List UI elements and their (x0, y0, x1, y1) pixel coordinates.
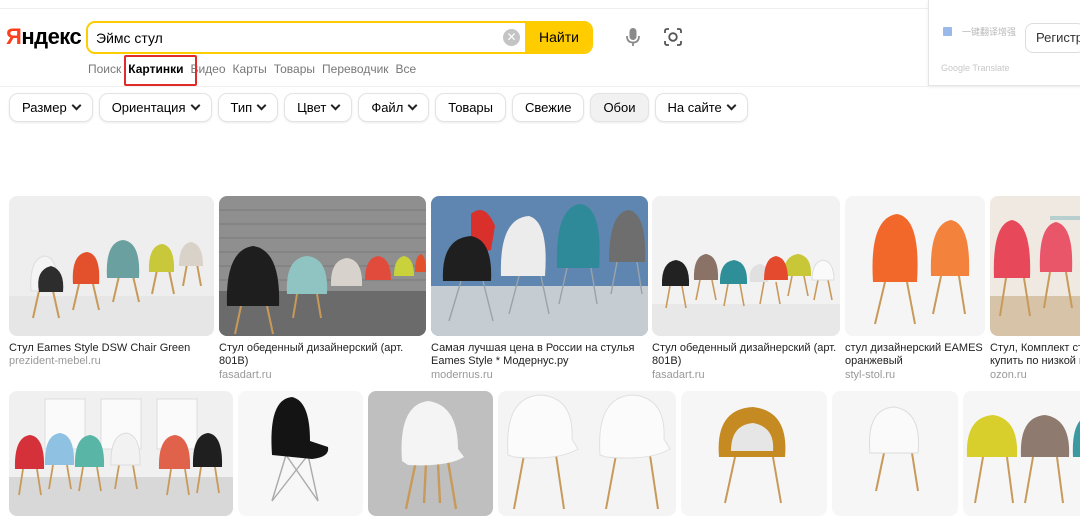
result-caption[interactable]: Стул Eames Style DSW Chair Green (9, 342, 214, 355)
filter-size[interactable]: Размер (9, 93, 93, 122)
filter-file[interactable]: Файл (358, 93, 430, 122)
result-caption[interactable]: Стул обеденный дизайнерский (арт. 801B) (652, 342, 840, 368)
result-thumbnail[interactable] (963, 391, 1080, 516)
chevron-down-icon (330, 100, 341, 111)
result-source[interactable]: ozon.ru (990, 369, 1027, 382)
image-result[interactable]: Стул, Комплект стулье купить по низкой ц… (990, 196, 1080, 386)
result-source[interactable]: fasadart.ru (652, 369, 705, 382)
filter-label: На сайте (667, 100, 722, 115)
camera-search-icon[interactable] (662, 26, 684, 48)
chevron-down-icon (726, 100, 737, 111)
result-caption[interactable]: стул дизайнерский EAMES оранжевый (845, 342, 985, 368)
filter-on-site[interactable]: На сайте (654, 93, 748, 122)
result-thumbnail[interactable] (368, 391, 493, 516)
microphone-icon[interactable] (622, 26, 644, 48)
filter-label: Цвет (297, 100, 327, 115)
filter-products[interactable]: Товары (435, 93, 507, 122)
top-strip (0, 0, 1080, 9)
image-result[interactable]: Стул обеденный дизайнерский (арт. 801B) … (652, 196, 840, 386)
image-result[interactable]: стул дизайнерский EAMES оранжевый styl-s… (845, 196, 985, 386)
chevron-down-icon (407, 100, 418, 111)
filter-fresh[interactable]: Свежие (512, 93, 585, 122)
filter-wallpapers[interactable]: Обои (590, 93, 649, 122)
filter-label: Обои (603, 100, 636, 115)
image-result[interactable] (498, 391, 676, 516)
image-result[interactable]: Стул обеденный дизайнерский (арт. 801B) … (219, 196, 426, 386)
find-button[interactable]: Найти (525, 23, 591, 52)
tab-translator[interactable]: Переводчик (322, 62, 389, 78)
filter-type[interactable]: Тип (217, 93, 279, 122)
filter-bar: Размер Ориентация Тип Цвет Файл Товары С… (9, 93, 748, 122)
tab-all[interactable]: Все (396, 62, 417, 78)
tab-maps[interactable]: Карты (233, 62, 267, 78)
result-thumbnail[interactable] (431, 196, 648, 336)
tab-search[interactable]: Поиск (88, 62, 121, 78)
result-thumbnail[interactable] (219, 196, 426, 336)
filter-label: Товары (448, 100, 494, 115)
image-result[interactable] (9, 391, 233, 516)
result-thumbnail[interactable] (845, 196, 985, 336)
result-thumbnail[interactable] (9, 391, 233, 516)
register-button[interactable]: Регистр (1025, 23, 1080, 53)
result-thumbnail[interactable] (990, 196, 1080, 336)
image-result[interactable] (963, 391, 1080, 516)
result-thumbnail[interactable] (652, 196, 840, 336)
image-result[interactable] (832, 391, 958, 516)
translate-option-label: 一键翻译增强 (962, 27, 1017, 37)
tab-images[interactable]: Картинки (128, 62, 183, 78)
tab-video[interactable]: Видео (190, 62, 225, 78)
search-box: ✕ Найти (86, 21, 593, 54)
google-translate-brand: Google Translate (941, 63, 1010, 73)
result-caption[interactable]: Самая лучшая цена в России на стулья Eam… (431, 342, 641, 368)
filter-orientation[interactable]: Ориентация (98, 93, 212, 122)
tab-products[interactable]: Товары (274, 62, 315, 78)
result-source[interactable]: prezident-mebel.ru (9, 355, 101, 368)
result-source[interactable]: styl-stol.ru (845, 369, 895, 382)
chevron-down-icon (256, 100, 267, 111)
search-input[interactable] (96, 23, 496, 52)
chevron-down-icon (190, 100, 200, 111)
checkbox-icon[interactable] (943, 27, 952, 36)
result-thumbnail[interactable] (498, 391, 676, 516)
search-tabs: Поиск Картинки Видео Карты Товары Перево… (88, 62, 423, 78)
header-divider (0, 86, 1080, 87)
filter-label: Тип (230, 100, 253, 115)
result-caption[interactable]: Стул обеденный дизайнерский (арт. 801B) (219, 342, 419, 368)
image-result[interactable] (681, 391, 827, 516)
filter-label: Свежие (525, 100, 572, 115)
filter-label: Ориентация (111, 100, 186, 115)
result-thumbnail[interactable] (832, 391, 958, 516)
result-thumbnail[interactable] (681, 391, 827, 516)
image-result[interactable] (238, 391, 363, 516)
yandex-logo[interactable]: Яндекс (6, 24, 82, 50)
image-result[interactable]: Стул Eames Style DSW Chair Green prezide… (9, 196, 214, 371)
result-thumbnail[interactable] (238, 391, 363, 516)
filter-color[interactable]: Цвет (284, 93, 353, 122)
result-caption[interactable]: Стул, Комплект стулье купить по низкой ц… (990, 342, 1080, 368)
filter-label: Размер (22, 100, 67, 115)
image-result[interactable]: Самая лучшая цена в России на стулья Eam… (431, 196, 648, 386)
filter-label: Файл (371, 100, 404, 115)
result-source[interactable]: fasadart.ru (219, 369, 272, 382)
result-thumbnail[interactable] (9, 196, 214, 336)
chevron-down-icon (71, 100, 82, 111)
clear-icon[interactable]: ✕ (503, 29, 520, 46)
result-source[interactable]: modernus.ru (431, 369, 493, 382)
image-result[interactable] (368, 391, 493, 516)
